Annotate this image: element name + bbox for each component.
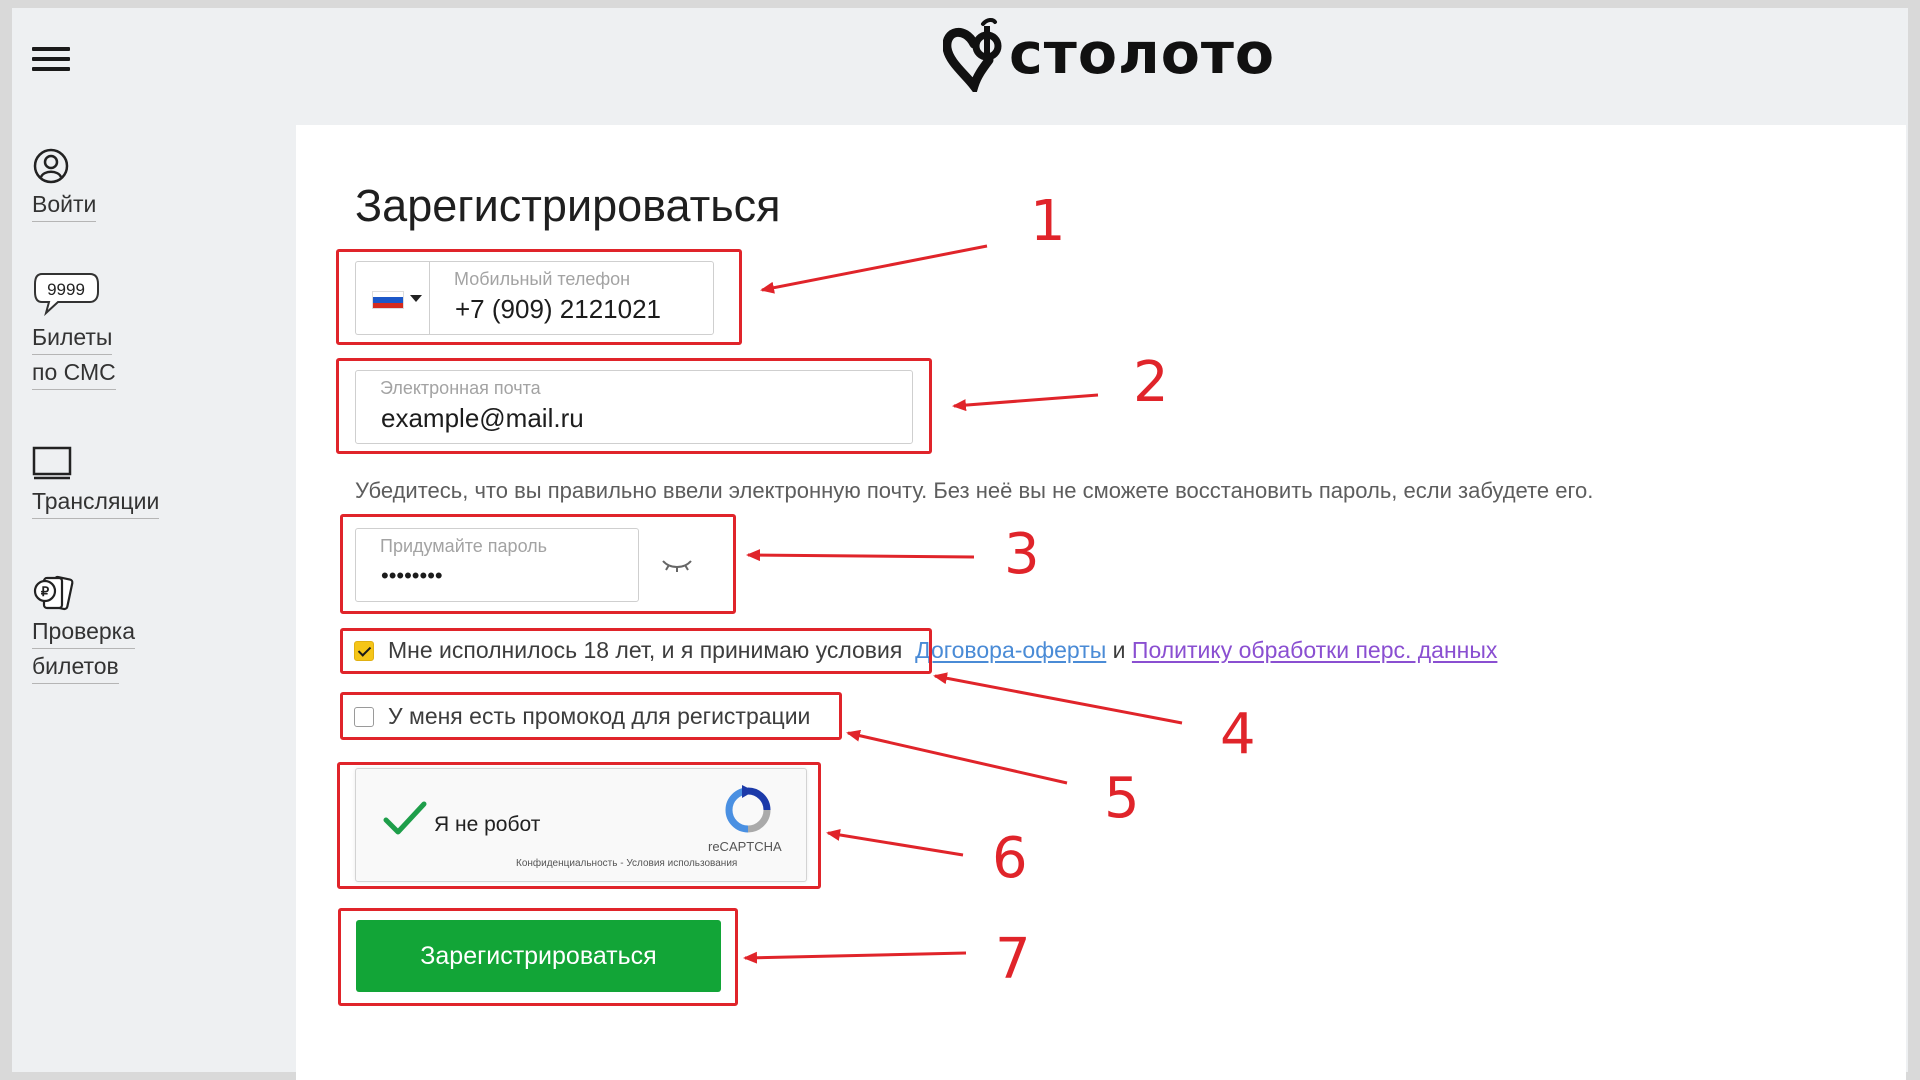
annotation-number-2: 2 (1133, 350, 1169, 415)
register-button[interactable]: Зарегистрироваться (356, 920, 721, 992)
annotation-number-7: 7 (995, 927, 1031, 992)
password-field-label: Придумайте пароль (380, 536, 548, 556)
agree-text: Мне исполнилось 18 лет, и я принимаю усл… (388, 637, 903, 663)
password-field[interactable]: Придумайте пароль (355, 528, 639, 602)
user-circle-icon (33, 148, 69, 184)
recaptcha-label: Я не робот (434, 813, 541, 836)
promo-code-checkbox[interactable] (354, 706, 374, 727)
sidebar-item-label-line2: по СМС (32, 355, 116, 390)
sidebar-item-label: Войти (32, 187, 97, 222)
sidebar-item-broadcasts[interactable]: Трансляции (32, 446, 160, 519)
sidebar-item-login[interactable]: Войти (32, 147, 97, 222)
email-hint-text: Убедитесь, что вы правильно ввели электр… (355, 478, 1594, 503)
sidebar-item-label-line2: билетов (32, 649, 119, 684)
svg-text:₽: ₽ (41, 584, 50, 599)
sidebar-item-label: Проверка (32, 614, 136, 649)
svg-text:9999: 9999 (47, 280, 85, 299)
chevron-down-icon (410, 295, 422, 302)
email-field[interactable]: Электронная почта (355, 370, 913, 444)
recaptcha-widget: Я не робот reCAPTCHA Конфиденциальность … (355, 768, 807, 882)
sidebar-item-ticket-check[interactable]: ₽ Проверка билетов (32, 574, 136, 684)
offer-agreement-link[interactable]: Договора-оферты (915, 637, 1106, 664)
checkmark-icon[interactable] (382, 798, 428, 838)
recaptcha-terms-link[interactable]: Конфиденциальность - Условия использован… (516, 858, 737, 869)
stoloto-heart-logo-icon (943, 17, 1002, 92)
eye-closed-icon[interactable] (660, 555, 694, 575)
agree-terms-row: Мне исполнилось 18 лет, и я принимаю усл… (354, 637, 1497, 664)
sms-bubble-icon: 9999 (34, 273, 99, 317)
stoloto-logo[interactable]: столото (943, 14, 1275, 94)
annotation-number-6: 6 (992, 826, 1028, 891)
recaptcha-logo-icon (725, 785, 771, 833)
agree-checkbox[interactable] (354, 640, 374, 661)
privacy-policy-link[interactable]: Политику обработки перс. данных (1132, 637, 1497, 664)
russia-flag-icon (372, 291, 404, 309)
phone-input[interactable] (455, 294, 710, 325)
sidebar-item-sms-tickets[interactable]: 9999 Билеты по СМС (32, 270, 116, 390)
promo-code-row: У меня есть промокод для регистрации (354, 703, 810, 730)
hamburger-menu-icon[interactable] (32, 45, 72, 75)
logo-text: столото (1009, 20, 1276, 87)
monitor-icon (32, 446, 72, 480)
and-text: и (1112, 637, 1126, 663)
annotation-number-5: 5 (1104, 766, 1140, 831)
promo-code-text: У меня есть промокод для регистрации (388, 703, 811, 729)
country-code-select[interactable] (355, 261, 430, 335)
email-field-label: Электронная почта (380, 378, 541, 398)
annotation-number-4: 4 (1220, 702, 1256, 767)
password-input[interactable] (381, 563, 635, 589)
annotation-number-3: 3 (1004, 522, 1040, 587)
phone-field[interactable]: Мобильный телефон (429, 261, 714, 335)
sidebar-item-label: Трансляции (32, 484, 160, 519)
phone-field-label: Мобильный телефон (454, 269, 631, 289)
email-input[interactable] (381, 403, 882, 434)
annotation-number-1: 1 (1030, 189, 1066, 254)
sidebar-item-label: Билеты (32, 320, 113, 355)
page-title: Зарегистрироваться (355, 180, 781, 231)
recaptcha-brand: reCAPTCHA (708, 839, 782, 854)
ticket-check-icon: ₽ (33, 575, 74, 611)
